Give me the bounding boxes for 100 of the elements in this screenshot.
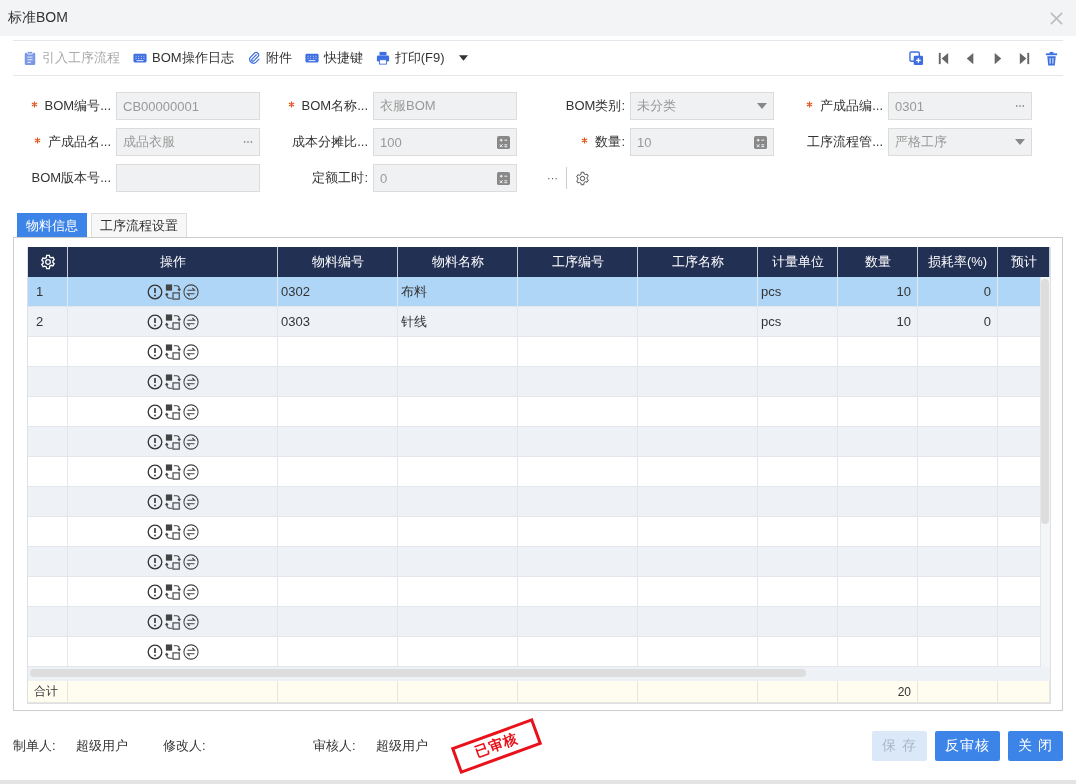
field-label: 产成品名... [48,134,111,149]
exchange-circle-icon[interactable] [182,613,199,630]
ellipsis-icon [243,139,253,145]
swap-squares-icon[interactable] [164,313,181,330]
toolbar-button[interactable]: BOM操作日志 [131,49,241,67]
calculator-icon [497,171,510,185]
footer-value: 超级用户 [75,737,128,755]
alert-circle-icon[interactable] [146,643,163,660]
field-label: 定额工时: [312,170,368,185]
alert-circle-icon[interactable] [146,343,163,360]
table-cell: 0 [983,314,991,329]
field-label: BOM编号... [44,98,111,113]
row-number: 1 [36,284,44,299]
footer-button[interactable]: 反审核 [935,731,1001,761]
toolbar-button[interactable]: 附件 [244,49,299,67]
exchange-circle-icon[interactable] [182,343,199,360]
footer-label: 制单人: [13,737,56,755]
calculator-icon [497,135,510,149]
approved-stamp: 已审核 [450,717,543,775]
trash-icon[interactable] [1044,50,1059,66]
printer-icon [375,51,390,65]
exchange-circle-icon[interactable] [182,433,199,450]
table-cell: 0302 [281,284,310,299]
swap-squares-icon[interactable] [164,403,181,420]
swap-squares-icon[interactable] [164,643,181,660]
table-cell: 布料 [401,282,427,301]
caret-icon[interactable] [459,55,469,61]
paperclip-icon [246,51,261,65]
more-button[interactable]: ··· [547,172,558,184]
alert-circle-icon[interactable] [146,553,163,570]
exchange-circle-icon[interactable] [182,553,199,570]
footer-label: 审核人: [313,737,356,755]
exchange-circle-icon[interactable] [182,313,199,330]
swap-squares-icon[interactable] [164,553,181,570]
exchange-circle-icon[interactable] [182,283,199,300]
swap-squares-icon[interactable] [164,583,181,600]
field-label: 数量: [595,134,625,149]
clipboard-icon [23,51,37,65]
dropdown-caret-icon [757,103,767,109]
footer-value: 超级用户 [375,737,428,755]
exchange-circle-icon[interactable] [182,373,199,390]
total-quantity: 20 [897,684,911,699]
toolbar-button[interactable]: 打印(F9) [373,49,476,67]
swap-squares-icon[interactable] [164,433,181,450]
field-label: 成本分摊比... [292,134,368,149]
alert-circle-icon[interactable] [146,313,163,330]
alert-circle-icon[interactable] [146,523,163,540]
swap-squares-icon[interactable] [164,463,181,480]
row-number: 2 [36,314,44,329]
swap-squares-icon[interactable] [164,343,181,360]
table-row[interactable]: 2 0303 针线 pcs 10 0 [28,307,1041,337]
horizontal-scrollbar[interactable] [30,669,806,677]
tab[interactable]: 物料信息 [17,213,87,237]
table-row[interactable]: 1 0302 布料 pcs 10 0 [28,277,1041,307]
exchange-circle-icon[interactable] [182,583,199,600]
exchange-circle-icon[interactable] [182,403,199,420]
footer-label: 修改人: [163,737,206,755]
table-cell: pcs [761,314,782,329]
field-label: 工序流程管... [807,134,883,149]
tab[interactable]: 工序流程设置 [91,213,187,237]
table-cell: 针线 [401,312,427,331]
exchange-circle-icon[interactable] [182,523,199,540]
input-field[interactable] [116,164,260,192]
table-cell: 10 [896,284,911,299]
exchange-circle-icon[interactable] [182,643,199,660]
window-title: 标准BOM [8,9,68,27]
footer-button[interactable]: 关 闭 [1008,731,1063,761]
field-label: BOM类别: [565,98,625,113]
table-cell: 10 [896,314,911,329]
total-label: 合计 [34,683,58,700]
alert-circle-icon[interactable] [146,283,163,300]
field-label: BOM版本号... [31,170,111,185]
alert-circle-icon[interactable] [146,583,163,600]
swap-squares-icon[interactable] [164,523,181,540]
calculator-icon [754,135,767,149]
copy-add-icon[interactable] [909,50,924,66]
exchange-circle-icon[interactable] [182,493,199,510]
last-page-icon[interactable] [1017,50,1032,66]
alert-circle-icon[interactable] [146,433,163,450]
toolbar-button[interactable]: 快捷键 [302,49,370,67]
alert-circle-icon[interactable] [146,373,163,390]
swap-squares-icon[interactable] [164,373,181,390]
keyboard-icon [133,51,147,65]
alert-circle-icon[interactable] [146,493,163,510]
keyboard-icon [304,51,319,65]
table-cell: pcs [761,284,782,299]
table-cell: 0303 [281,314,310,329]
swap-squares-icon[interactable] [164,493,181,510]
settings-icon[interactable] [575,170,590,186]
swap-squares-icon[interactable] [164,283,181,300]
swap-squares-icon[interactable] [164,613,181,630]
alert-circle-icon[interactable] [146,463,163,480]
table-cell: 0 [983,284,991,299]
exchange-circle-icon[interactable] [182,463,199,480]
alert-circle-icon[interactable] [146,613,163,630]
alert-circle-icon[interactable] [146,403,163,420]
vertical-scrollbar[interactable] [1041,279,1049,524]
ellipsis-icon [1015,103,1025,109]
dropdown-caret-icon [1015,139,1025,145]
first-page-icon[interactable] [936,50,951,66]
